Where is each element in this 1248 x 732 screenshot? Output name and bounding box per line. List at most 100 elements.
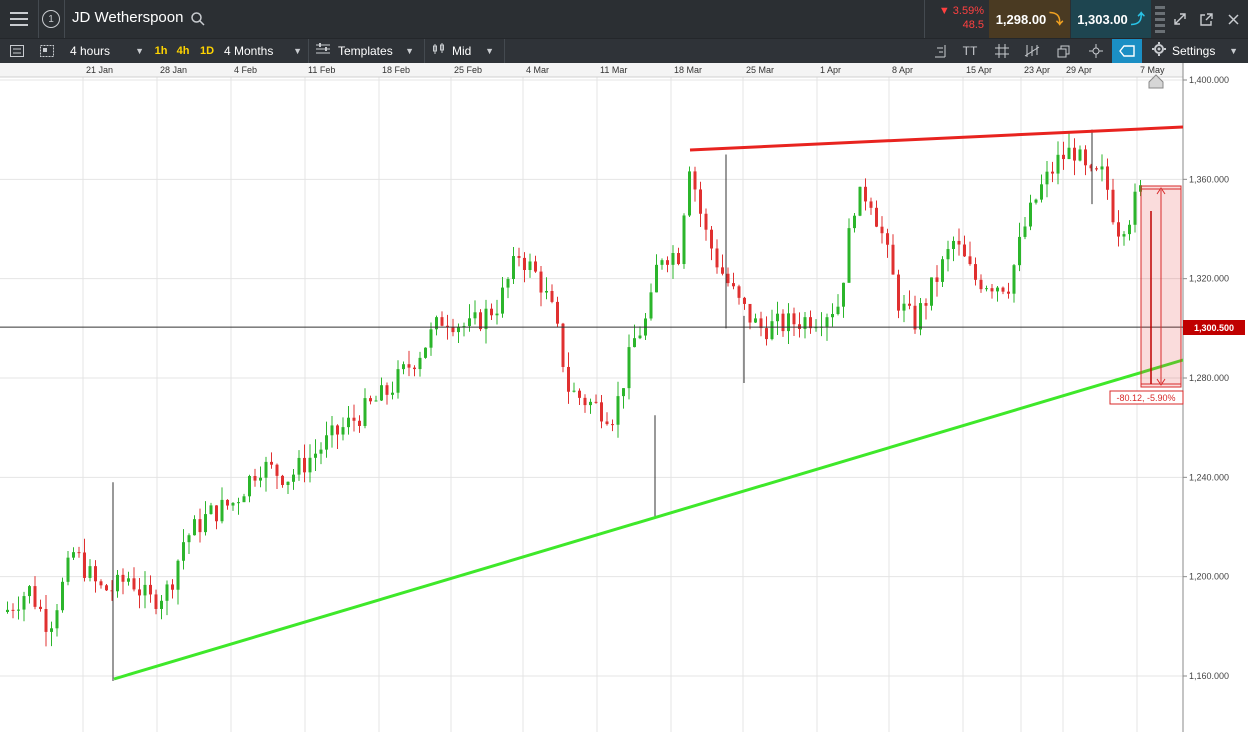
- candle-body: [600, 402, 603, 422]
- chevron-down-icon: ▼: [135, 46, 144, 56]
- order-book-icon[interactable]: [1152, 0, 1168, 38]
- drawing-tools-icon[interactable]: [1020, 39, 1044, 63]
- candle-body: [242, 496, 246, 503]
- candle-body: [864, 186, 867, 202]
- buy-button[interactable]: 1,303.00 ⤴: [1071, 0, 1151, 38]
- price-type-select[interactable]: Mid ▼: [428, 39, 500, 63]
- candle-body: [116, 574, 119, 592]
- candle-body: [506, 279, 510, 288]
- price-tick-label: 1,360.000: [1189, 174, 1229, 184]
- candle-body: [55, 610, 59, 629]
- candle-body: [633, 338, 636, 348]
- divider: [64, 0, 65, 38]
- chart-toolbar: 4 hours ▼ 1h 4h 1D 4 Months ▼ Templates …: [0, 38, 1248, 63]
- popout-icon[interactable]: [1194, 0, 1218, 38]
- candle-body: [550, 290, 554, 302]
- candle-body: [1001, 287, 1005, 292]
- text-tool-button[interactable]: TT: [958, 39, 982, 63]
- expand-icon[interactable]: [1168, 0, 1192, 38]
- buy-price: 1,303.00: [1077, 11, 1128, 27]
- candle-body: [457, 326, 460, 333]
- candle-body: [693, 171, 697, 190]
- instrument-title[interactable]: JD Wetherspoon: [72, 9, 183, 26]
- change-abs: 48.5: [962, 19, 984, 31]
- candle-body: [314, 453, 317, 458]
- candle-body: [677, 253, 680, 265]
- candle-body: [138, 589, 141, 596]
- candle-body: [385, 385, 389, 395]
- indicators-icon[interactable]: [928, 39, 952, 63]
- current-price-tag: 1,300.500: [1183, 320, 1245, 335]
- interval-select[interactable]: 4 hours ▼: [64, 39, 148, 63]
- date-tick-label: 11 Feb: [308, 65, 335, 75]
- candle-body: [1084, 149, 1087, 166]
- price-tick-label: 1,280.000: [1189, 373, 1229, 383]
- candle-body: [176, 560, 180, 590]
- range-select[interactable]: 4 Months ▼: [218, 39, 306, 63]
- candle-body: [512, 256, 515, 280]
- candle-body: [726, 273, 730, 284]
- candle-body: [50, 628, 53, 632]
- top-bar: 1 JD Wetherspoon ▼ 3.59% 48.5 1,298.00 ⤵…: [0, 0, 1248, 38]
- candle-body: [319, 449, 323, 454]
- copy-icon[interactable]: [1052, 39, 1076, 63]
- candle-body: [1029, 202, 1032, 227]
- crosshair-icon[interactable]: [1084, 39, 1108, 63]
- layout-icon[interactable]: [34, 39, 60, 63]
- templates-select[interactable]: Templates ▼: [312, 39, 420, 63]
- candle-body: [930, 277, 933, 306]
- date-tick-label: 1 Apr: [820, 65, 841, 75]
- divider: [38, 0, 39, 38]
- candle-body: [380, 385, 383, 401]
- interval-1d-button[interactable]: 1D: [197, 39, 217, 63]
- candle-body: [127, 578, 130, 582]
- candle-body: [1117, 222, 1120, 237]
- tag-tool-button[interactable]: [1112, 39, 1142, 63]
- candle-body: [627, 347, 631, 389]
- date-tick-label: 21 Jan: [86, 65, 113, 75]
- sell-button[interactable]: 1,298.00 ⤵: [989, 0, 1070, 38]
- candle-body: [209, 505, 213, 515]
- settings-label: Settings: [1172, 44, 1216, 58]
- candle-body: [429, 329, 433, 348]
- candle-body: [121, 574, 125, 582]
- candle-body: [572, 390, 576, 392]
- candle-body: [908, 303, 911, 306]
- search-icon[interactable]: [188, 9, 208, 29]
- info-badge-icon[interactable]: 1: [40, 0, 62, 38]
- candle-body: [781, 313, 785, 332]
- candle-body: [237, 502, 240, 504]
- candle-body: [913, 305, 917, 330]
- menu-icon[interactable]: [0, 0, 38, 38]
- date-tick-label: 4 Feb: [234, 65, 257, 75]
- candle-body: [94, 566, 97, 582]
- grid-icon[interactable]: [990, 39, 1014, 63]
- candle-body: [363, 398, 367, 426]
- date-tick-label: 11 Mar: [600, 65, 627, 75]
- candle-body: [83, 552, 86, 578]
- interval-4h-button[interactable]: 4h: [174, 39, 192, 63]
- candle-body: [171, 584, 174, 590]
- candle-body: [924, 303, 928, 306]
- price-chart[interactable]: 21 Jan 28 Jan 4 Feb 11 Feb 18 Feb 25 Feb 4 Mar…: [0, 63, 1248, 732]
- candle-body: [517, 256, 521, 258]
- candle-body: [473, 312, 477, 319]
- interval-1h-button[interactable]: 1h: [152, 39, 170, 63]
- candle-body: [204, 514, 207, 533]
- candle-body: [325, 435, 328, 450]
- candle-body: [919, 303, 922, 330]
- info-number: 1: [42, 10, 60, 28]
- date-tick-label: 4 Mar: [526, 65, 549, 75]
- list-icon[interactable]: [4, 39, 30, 63]
- candle-body: [616, 396, 620, 425]
- candle-body: [352, 417, 356, 421]
- candle-body: [611, 424, 614, 426]
- candle-body: [369, 398, 372, 402]
- candle-body: [231, 502, 235, 506]
- candle-body: [594, 401, 598, 403]
- close-icon[interactable]: [1220, 0, 1246, 38]
- candle-body: [1073, 147, 1076, 161]
- range-value: 4 Months: [224, 44, 274, 58]
- settings-button[interactable]: Settings ▼: [1146, 39, 1246, 63]
- candle-body: [28, 586, 31, 597]
